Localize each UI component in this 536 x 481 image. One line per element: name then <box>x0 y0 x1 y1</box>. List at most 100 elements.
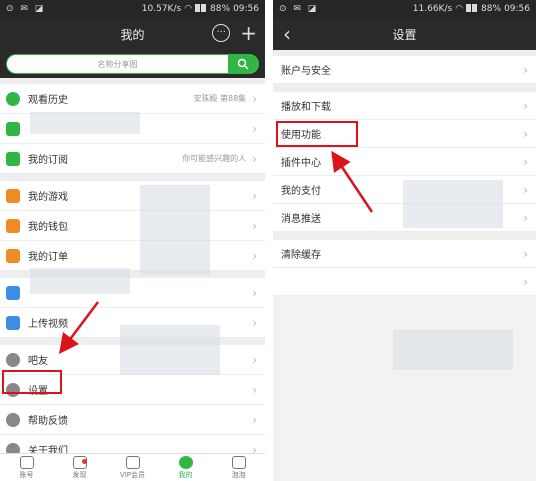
status-bar: ⊙ ✉ ◪ 10.57K/s ◠ 88% 09:56 <box>0 0 265 18</box>
page-title: 我的 <box>120 27 145 42</box>
tab-label: VIP会员 <box>119 470 146 479</box>
settings-item-label: 插件中心 <box>281 158 321 169</box>
title-bar: ‹ 设置 <box>273 18 536 50</box>
plus-icon[interactable]: + <box>240 23 257 43</box>
menu-item[interactable]: 我的订单 › <box>0 241 265 271</box>
section-gap <box>273 232 536 240</box>
bottom-tab-bar: 账号 发现 VIP会员 我的 泡泡 <box>0 453 265 481</box>
menu-item-detail: 安珠殿 第88集 <box>193 94 247 103</box>
status-icons: ⊙ ✉ ◪ <box>279 4 319 14</box>
chevron-right-icon: › <box>252 352 257 367</box>
message-icon[interactable]: ··· <box>212 24 231 42</box>
phone-my-page: ⊙ ✉ ◪ 10.57K/s ◠ 88% 09:56 我的 ··· + 名称分享… <box>0 0 265 481</box>
chevron-right-icon: › <box>523 98 528 113</box>
mosaic-blur <box>403 180 503 228</box>
tab-item[interactable]: 账号 <box>0 454 53 481</box>
settings-item-label: 播放和下载 <box>281 102 331 113</box>
menu-item[interactable]: 观看历史 安珠殿 第88集 › <box>0 84 265 114</box>
settings-item-label: 清除缓存 <box>281 250 321 261</box>
clock-time: 09:56 <box>233 4 259 14</box>
rss-icon <box>6 151 20 166</box>
settings-list: 账户与安全 › 播放和下载 › 使用功能 › 插件中心 › 我的支付 › 消息推送 › 清除缓存 › › <box>273 56 536 296</box>
screenshot-root: ⊙ ✉ ◪ 10.57K/s ◠ 88% 09:56 我的 ··· + 名称分享… <box>0 0 536 481</box>
chevron-right-icon: › <box>252 382 257 397</box>
download-icon <box>6 285 20 300</box>
tab-label: 发现 <box>72 470 87 479</box>
gamepad-icon <box>6 188 20 203</box>
status-bar: ⊙ ✉ ◪ 11.66K/s ◠ 88% 09:56 <box>273 0 536 18</box>
highlight-box-settings <box>2 370 62 394</box>
highlight-box-feature <box>276 121 358 147</box>
network-speed: 11.66K/s <box>412 4 453 14</box>
tab-label: 账号 <box>19 470 34 479</box>
notification-dot <box>82 459 87 464</box>
settings-item[interactable]: 播放和下载 › <box>273 92 536 120</box>
search-input[interactable]: 名称分享图 <box>6 54 259 74</box>
chevron-right-icon: › <box>252 151 257 166</box>
status-icons: ⊙ ✉ ◪ <box>6 4 46 14</box>
chevron-right-icon: › <box>252 412 257 427</box>
chevron-right-icon: › <box>252 121 257 136</box>
battery-level: 88% <box>210 4 231 14</box>
settings-item[interactable]: › <box>273 268 536 296</box>
search-icon <box>237 58 249 70</box>
menu-item-label: 我的钱包 <box>28 222 68 233</box>
search-placeholder: 名称分享图 <box>97 59 138 69</box>
menu-item-label: 我的订阅 <box>28 155 68 166</box>
chevron-right-icon: › <box>523 210 528 225</box>
star-icon <box>6 121 20 136</box>
user-icon <box>178 455 193 469</box>
signal-icon <box>466 3 478 15</box>
mosaic-blur <box>30 112 140 134</box>
settings-item[interactable]: 清除缓存 › <box>273 240 536 268</box>
bubble-icon <box>231 455 246 469</box>
chevron-right-icon: › <box>252 285 257 300</box>
tab-label: 泡泡 <box>231 470 246 479</box>
section-gap <box>273 84 536 92</box>
tab-item[interactable]: VIP会员 <box>106 454 159 481</box>
search-button[interactable] <box>228 55 258 73</box>
menu-item[interactable]: 我的订阅 你可能感兴趣的人 › <box>0 144 265 174</box>
wallet-icon <box>6 218 20 233</box>
back-arrow-icon[interactable]: ‹ <box>283 22 291 46</box>
star-box-icon <box>19 455 34 469</box>
page-title: 设置 <box>392 27 417 42</box>
tab-item[interactable]: 发现 <box>53 454 106 481</box>
settings-item[interactable]: 账户与安全 › <box>273 56 536 84</box>
wifi-icon: ◠ <box>455 4 464 14</box>
chevron-right-icon: › <box>523 182 528 197</box>
battery-level: 88% <box>481 4 502 14</box>
chevron-right-icon: › <box>523 62 528 77</box>
menu-item-label: 观看历史 <box>28 95 68 106</box>
tab-label: 我的 <box>178 470 193 479</box>
location-icon <box>6 352 20 367</box>
signal-icon <box>195 3 207 15</box>
settings-item[interactable]: 插件中心 › <box>273 148 536 176</box>
tab-item[interactable]: 泡泡 <box>212 454 265 481</box>
search-area: 名称分享图 <box>0 50 265 78</box>
headset-icon <box>6 412 20 427</box>
menu-item-label: 我的游戏 <box>28 192 68 203</box>
chevron-right-icon: › <box>252 91 257 106</box>
title-bar: 我的 ··· + <box>0 18 265 50</box>
menu-item[interactable]: 我的游戏 › <box>0 181 265 211</box>
order-icon <box>6 248 20 263</box>
chevron-right-icon: › <box>252 188 257 203</box>
mosaic-blur <box>30 268 130 294</box>
menu-item[interactable]: 帮助反馈 › <box>0 405 265 435</box>
clock-time: 09:56 <box>504 4 530 14</box>
clock-icon <box>6 91 20 106</box>
upload-icon <box>6 315 20 330</box>
phone-settings-page: ⊙ ✉ ◪ 11.66K/s ◠ 88% 09:56 ‹ 设置 账户与安全 › 播放… <box>273 0 536 481</box>
mosaic-blur <box>120 325 220 375</box>
menu-item[interactable]: 我的钱包 › <box>0 211 265 241</box>
crown-icon <box>125 455 140 469</box>
mosaic-blur <box>393 330 513 370</box>
chevron-right-icon: › <box>523 126 528 141</box>
network-speed: 10.57K/s <box>141 4 182 14</box>
menu-item-label: 我的订单 <box>28 252 68 263</box>
chevron-right-icon: › <box>523 274 528 289</box>
chevron-right-icon: › <box>523 246 528 261</box>
tab-item[interactable]: 我的 <box>159 454 212 481</box>
menu-item-label: 帮助反馈 <box>28 416 68 427</box>
